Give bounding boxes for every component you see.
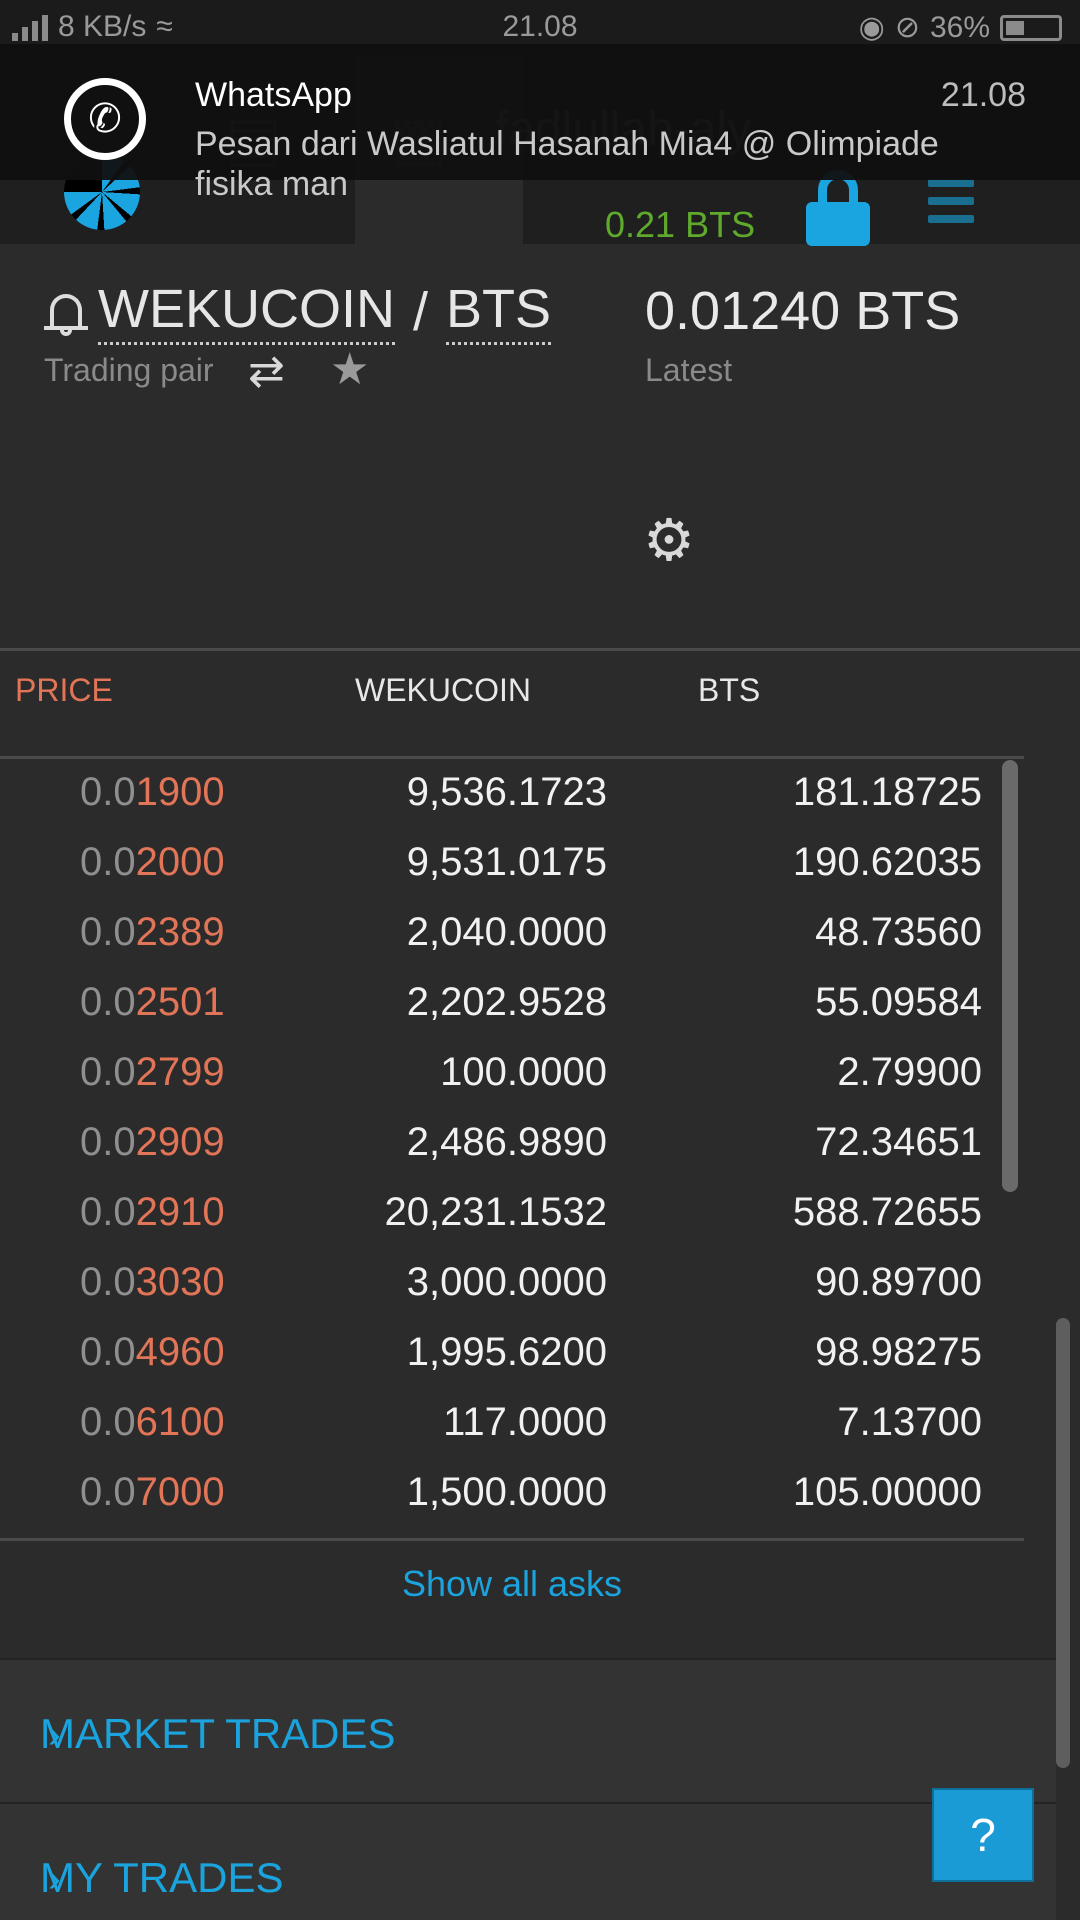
page-scrollbar[interactable] <box>1056 1318 1070 1768</box>
ask-price: 0.02910 <box>80 1190 225 1234</box>
divider <box>0 648 1080 651</box>
ask-total: 72.34651 <box>815 1120 982 1164</box>
gear-icon[interactable]: ⚙ <box>643 506 695 574</box>
eye-icon: ◉ <box>858 11 885 44</box>
header-price: PRICE <box>15 672 113 708</box>
ask-amount: 3,000.0000 <box>406 1260 607 1304</box>
ask-price: 0.07000 <box>80 1470 225 1514</box>
shuffle-icon[interactable]: ⇄ <box>248 346 285 397</box>
ask-price: 0.02799 <box>80 1050 225 1094</box>
ask-amount: 2,486.9890 <box>406 1120 607 1164</box>
ask-amount: 1,500.0000 <box>406 1470 607 1514</box>
ask-amount: 2,202.9528 <box>406 980 607 1024</box>
ask-total: 181.18725 <box>792 770 982 814</box>
ask-total: 190.62035 <box>792 840 982 884</box>
battery-icon <box>1000 14 1062 41</box>
header-total: BTS <box>698 672 761 708</box>
ask-total: 2.79900 <box>837 1050 982 1094</box>
ask-price: 0.02389 <box>80 910 225 954</box>
latest-label: Latest <box>645 352 733 388</box>
ask-price: 0.02000 <box>80 840 225 884</box>
ask-price: 0.03030 <box>80 1260 225 1304</box>
ask-price: 0.01900 <box>80 770 225 814</box>
ask-amount: 9,536.1723 <box>406 770 607 814</box>
ask-price: 0.02501 <box>80 980 225 1024</box>
table-row[interactable]: 0.02000 9,531.0175 190.62035 <box>0 830 1024 900</box>
status-right: ◉ ⊘ 36% <box>859 10 1062 45</box>
table-bottom-border <box>0 1538 1024 1541</box>
whatsapp-icon: ✆ <box>64 78 146 160</box>
ask-price: 0.04960 <box>80 1330 225 1374</box>
ask-total: 105.00000 <box>792 1470 982 1514</box>
ask-amount: 100.0000 <box>440 1050 607 1094</box>
market-trades-label: MARKET TRADES <box>40 1710 396 1757</box>
table-row[interactable]: 0.03030 3,000.0000 90.89700 <box>0 1250 1024 1320</box>
table-row[interactable]: 0.02909 2,486.9890 72.34651 <box>0 1110 1024 1180</box>
table-row[interactable]: 0.04960 1,995.6200 98.98275 <box>0 1320 1024 1390</box>
table-row[interactable]: 0.07000 1,500.0000 105.00000 <box>0 1460 1024 1530</box>
trading-pair-label: Trading pair <box>44 352 214 388</box>
battery-percent: 36% <box>929 10 990 44</box>
ask-amount: 9,531.0175 <box>406 840 607 884</box>
ask-total: 588.72655 <box>792 1190 982 1234</box>
my-trades-label: MY TRADES <box>40 1854 284 1901</box>
trading-pair: WEKUCOIN / BTS <box>44 278 552 345</box>
ask-total: 48.73560 <box>815 910 982 954</box>
ask-total: 98.98275 <box>815 1330 982 1374</box>
pair-separator: / <box>413 281 429 342</box>
account-balance: 0.21 BTS <box>605 204 756 245</box>
table-row[interactable]: 0.02389 2,040.0000 48.73560 <box>0 900 1024 970</box>
help-button[interactable]: ? <box>932 1788 1034 1882</box>
ask-amount: 2,040.0000 <box>406 910 607 954</box>
base-asset[interactable]: WEKUCOIN <box>98 278 395 345</box>
bell-icon[interactable] <box>44 288 88 336</box>
ask-amount: 1,995.6200 <box>406 1330 607 1374</box>
ask-total: 90.89700 <box>815 1260 982 1304</box>
asks-scrollbar[interactable] <box>1002 760 1018 1192</box>
ask-total: 7.13700 <box>837 1400 982 1444</box>
quote-asset[interactable]: BTS <box>446 278 552 345</box>
table-top-border <box>0 756 1024 759</box>
notification-app: WhatsApp <box>195 76 352 114</box>
ask-price: 0.02909 <box>80 1120 225 1164</box>
section-my-trades[interactable]: › MY TRADES <box>0 1802 1056 1920</box>
ask-total: 55.09584 <box>815 980 982 1024</box>
section-market-trades[interactable]: › MARKET TRADES <box>0 1658 1056 1802</box>
whatsapp-notification[interactable]: ✆ WhatsApp 21.08 Pesan dari Wasliatul Ha… <box>0 44 1080 203</box>
ask-amount: 117.0000 <box>443 1400 607 1444</box>
notification-message: Pesan dari Wasliatul Hasanah Mia4 @ Olim… <box>195 125 939 203</box>
app-screen: 8 KB/s ≈ 21.08 ◉ ⊘ 36% ▤ ▩ fadlullah-aly… <box>0 0 1080 1920</box>
table-row[interactable]: 0.06100 117.0000 7.13700 <box>0 1390 1024 1460</box>
table-row[interactable]: 0.02910 20,231.1532 588.72655 <box>0 1180 1024 1250</box>
header-amount: WEKUCOIN <box>355 672 531 708</box>
show-all-asks-link[interactable]: Show all asks <box>0 1563 1024 1605</box>
notification-time: 21.08 <box>940 76 1026 114</box>
ask-amount: 20,231.1532 <box>384 1190 607 1234</box>
bell-off-icon: ⊘ <box>894 11 920 44</box>
ask-price: 0.06100 <box>80 1400 225 1444</box>
table-row[interactable]: 0.02501 2,202.9528 55.09584 <box>0 970 1024 1040</box>
latest-price: 0.01240 BTS <box>645 281 961 341</box>
table-row[interactable]: 0.01900 9,536.1723 181.18725 <box>0 760 1024 830</box>
table-row[interactable]: 0.02799 100.0000 2.79900 <box>0 1040 1024 1110</box>
star-icon[interactable]: ★ <box>330 344 369 395</box>
asks-table: 0.01900 9,536.1723 181.18725 0.02000 9,5… <box>0 760 1024 1530</box>
